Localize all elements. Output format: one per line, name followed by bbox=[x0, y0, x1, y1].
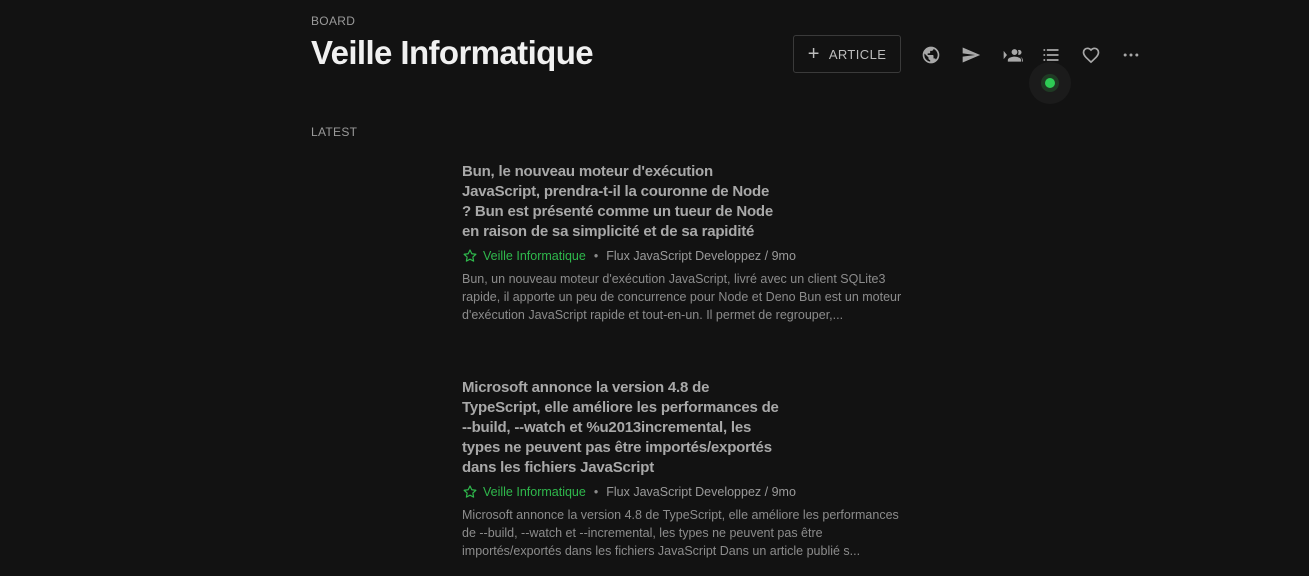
entry-title[interactable]: Microsoft annonce la version 4.8 de Type… bbox=[462, 378, 782, 478]
entry-card[interactable]: Microsoft annonce la version 4.8 de Type… bbox=[462, 378, 907, 560]
page-title: Veille Informatique bbox=[311, 34, 594, 71]
page-overline: BOARD bbox=[311, 14, 356, 28]
entry-meta: Veille Informatique • Flux JavaScript De… bbox=[462, 248, 907, 264]
entry-feed-link[interactable]: Veille Informatique bbox=[483, 485, 586, 499]
section-label-latest: LATEST bbox=[311, 125, 358, 139]
entry-title[interactable]: Bun, le nouveau moteur d'exécution JavaS… bbox=[462, 162, 782, 242]
status-indicator[interactable] bbox=[1029, 62, 1071, 104]
meta-separator: • bbox=[593, 485, 599, 499]
star-icon[interactable] bbox=[462, 484, 478, 500]
entry-feed-link[interactable]: Veille Informatique bbox=[483, 249, 586, 263]
status-dot bbox=[1041, 74, 1059, 92]
entry-meta: Veille Informatique • Flux JavaScript De… bbox=[462, 484, 907, 500]
entry-summary: Bun, un nouveau moteur d'exécution JavaS… bbox=[462, 272, 902, 322]
more-icon[interactable] bbox=[1120, 44, 1142, 66]
star-icon[interactable] bbox=[462, 248, 478, 264]
heart-icon[interactable] bbox=[1080, 44, 1102, 66]
plus-icon: + bbox=[807, 43, 820, 65]
add-article-label: ARTICLE bbox=[828, 46, 887, 62]
public-icon[interactable] bbox=[920, 44, 942, 66]
entry-source: Flux JavaScript Developpez / 9mo bbox=[606, 485, 796, 499]
entry-card[interactable]: Bun, le nouveau moteur d'exécution JavaS… bbox=[462, 162, 907, 324]
send-icon[interactable] bbox=[960, 44, 982, 66]
meta-separator: • bbox=[593, 249, 599, 263]
entry-summary: Microsoft annonce la version 4.8 de Type… bbox=[462, 508, 899, 558]
board-page: BOARD Veille Informatique + ARTICLE LATE… bbox=[0, 0, 1309, 576]
entry-source: Flux JavaScript Developpez / 9mo bbox=[606, 249, 796, 263]
people-icon[interactable] bbox=[999, 44, 1025, 66]
add-article-button[interactable]: + ARTICLE bbox=[793, 35, 901, 73]
